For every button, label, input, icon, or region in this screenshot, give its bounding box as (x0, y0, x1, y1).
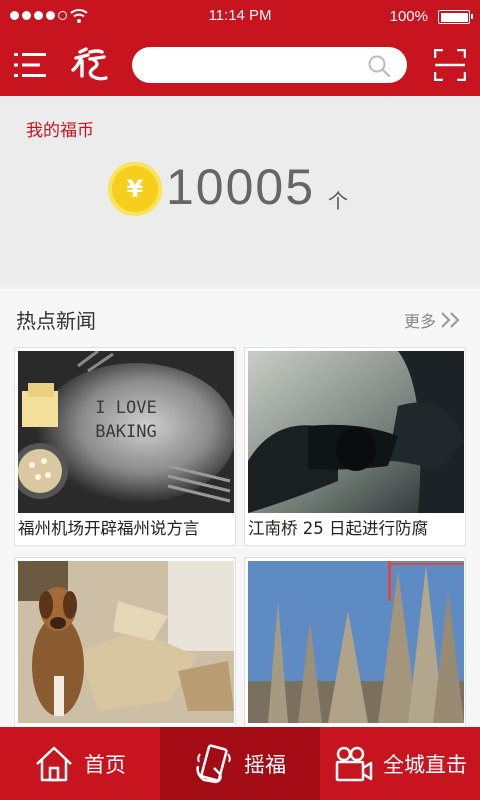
menu-icon[interactable] (14, 50, 46, 80)
coins-title: 我的福币 (26, 121, 94, 141)
status-bar: 11:14 PM 100% (0, 0, 480, 34)
search-icon[interactable] (367, 54, 391, 78)
news-section: 热点新闻 更多 I LOVE BAKING 福州机场开辟福州说方言 江南桥 25… (0, 289, 480, 756)
dog-photo (18, 561, 234, 723)
baking-photo: I LOVE BAKING (18, 351, 234, 513)
search-input[interactable] (148, 47, 368, 83)
svg-text:I LOVE: I LOVE (95, 398, 156, 418)
scan-icon[interactable] (434, 49, 466, 81)
nav-live-label: 全城直击 (383, 752, 467, 777)
news-card[interactable]: 江南桥 25 日起进行防腐 (244, 347, 466, 546)
news-section-title: 热点新闻 (16, 309, 96, 333)
nav-shake-label: 摇福 (244, 752, 286, 777)
svg-text:BAKING: BAKING (95, 422, 156, 442)
nav-home[interactable]: 首页 (0, 727, 160, 800)
more-news-link[interactable]: 更多 (404, 308, 462, 332)
coin-unit: 个 (328, 189, 348, 213)
coin-symbol: ¥ (126, 175, 144, 203)
coin-amount: 10005 (166, 159, 316, 215)
nav-shake[interactable]: 摇福 (160, 727, 320, 800)
nav-live[interactable]: 全城直击 (320, 727, 480, 800)
battery-percentage: 100% (389, 8, 428, 25)
battery-icon (438, 10, 473, 24)
coins-panel[interactable]: 我的福币 ¥ 10005 个 (0, 96, 480, 281)
cathedral-photo (248, 561, 464, 723)
nav-home-label: 首页 (84, 752, 126, 777)
news-card[interactable]: I LOVE BAKING 福州机场开辟福州说方言 (14, 347, 236, 546)
home-icon (36, 746, 72, 781)
news-caption: 江南桥 25 日起进行防腐 (248, 519, 428, 538)
app-header (0, 34, 480, 96)
bottom-navigation: 首页 摇福 全城直击 (0, 727, 480, 800)
coin-icon: ¥ (108, 162, 162, 216)
search-box (132, 47, 407, 83)
more-label: 更多 (403, 312, 436, 331)
video-camera-icon (335, 746, 373, 781)
fu-logo-icon (71, 47, 108, 81)
bow-photo (248, 351, 464, 513)
double-chevron-right-icon (441, 312, 460, 328)
shake-phone-icon (196, 743, 231, 783)
news-caption: 福州机场开辟福州说方言 (18, 519, 200, 538)
